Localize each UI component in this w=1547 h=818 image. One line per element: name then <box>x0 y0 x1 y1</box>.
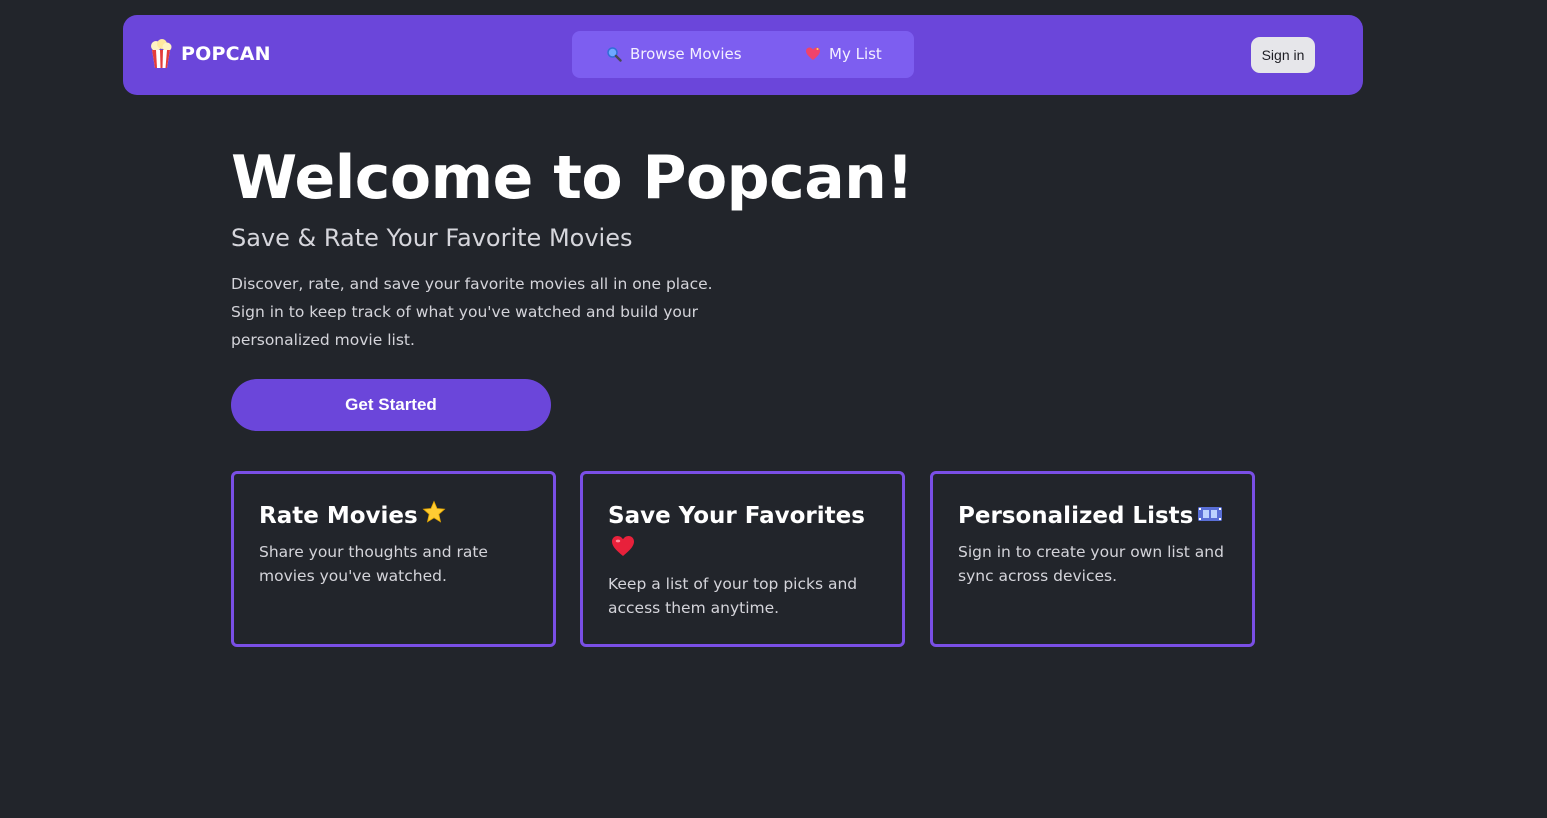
film-icon <box>1197 501 1223 533</box>
star-icon <box>422 500 446 533</box>
magnifier-icon <box>606 46 622 62</box>
feature-card-title: Rate Movies <box>259 500 529 533</box>
nav-browse-label: Browse Movies <box>630 45 742 63</box>
feature-card-personalized-lists: Personalized Lists Sign in to create you… <box>930 471 1255 647</box>
top-navbar: POPCAN Browse Movies My List Sign in <box>123 15 1363 95</box>
sign-in-button[interactable]: Sign in <box>1251 37 1315 73</box>
feature-title-text: Rate Movies <box>259 503 418 529</box>
nav-my-list-label: My List <box>829 45 882 63</box>
hero-description: Discover, rate, and save your favorite m… <box>231 275 713 349</box>
feature-title-text: Personalized Lists <box>958 503 1194 529</box>
main-nav: Browse Movies My List <box>572 31 914 78</box>
feature-card-title: Personalized Lists <box>958 500 1228 533</box>
feature-card-description: Share your thoughts and rate movies you'… <box>259 543 488 585</box>
brand-name: POPCAN <box>181 43 271 65</box>
get-started-button[interactable]: Get Started <box>231 379 551 431</box>
heart-icon <box>610 534 636 567</box>
feature-card-description: Keep a list of your top picks and access… <box>608 575 858 617</box>
hero-subtitle: Save & Rate Your Favorite Movies <box>231 224 633 252</box>
brand-logo[interactable]: POPCAN <box>149 39 271 69</box>
feature-card-title: Save Your Favorites <box>608 500 878 567</box>
hero-title: Welcome to Popcan! <box>231 143 914 213</box>
popcorn-icon <box>149 39 173 69</box>
feature-card-save-favorites: Save Your Favorites Keep a list of your … <box>580 471 905 647</box>
heart-icon <box>805 46 821 62</box>
feature-card-rate-movies: Rate Movies Share your thoughts and rate… <box>231 471 556 647</box>
feature-title-text: Save Your Favorites <box>608 503 865 529</box>
nav-browse-movies[interactable]: Browse Movies <box>606 45 742 63</box>
feature-card-description: Sign in to create your own list and sync… <box>958 543 1224 585</box>
nav-my-list[interactable]: My List <box>805 45 882 63</box>
